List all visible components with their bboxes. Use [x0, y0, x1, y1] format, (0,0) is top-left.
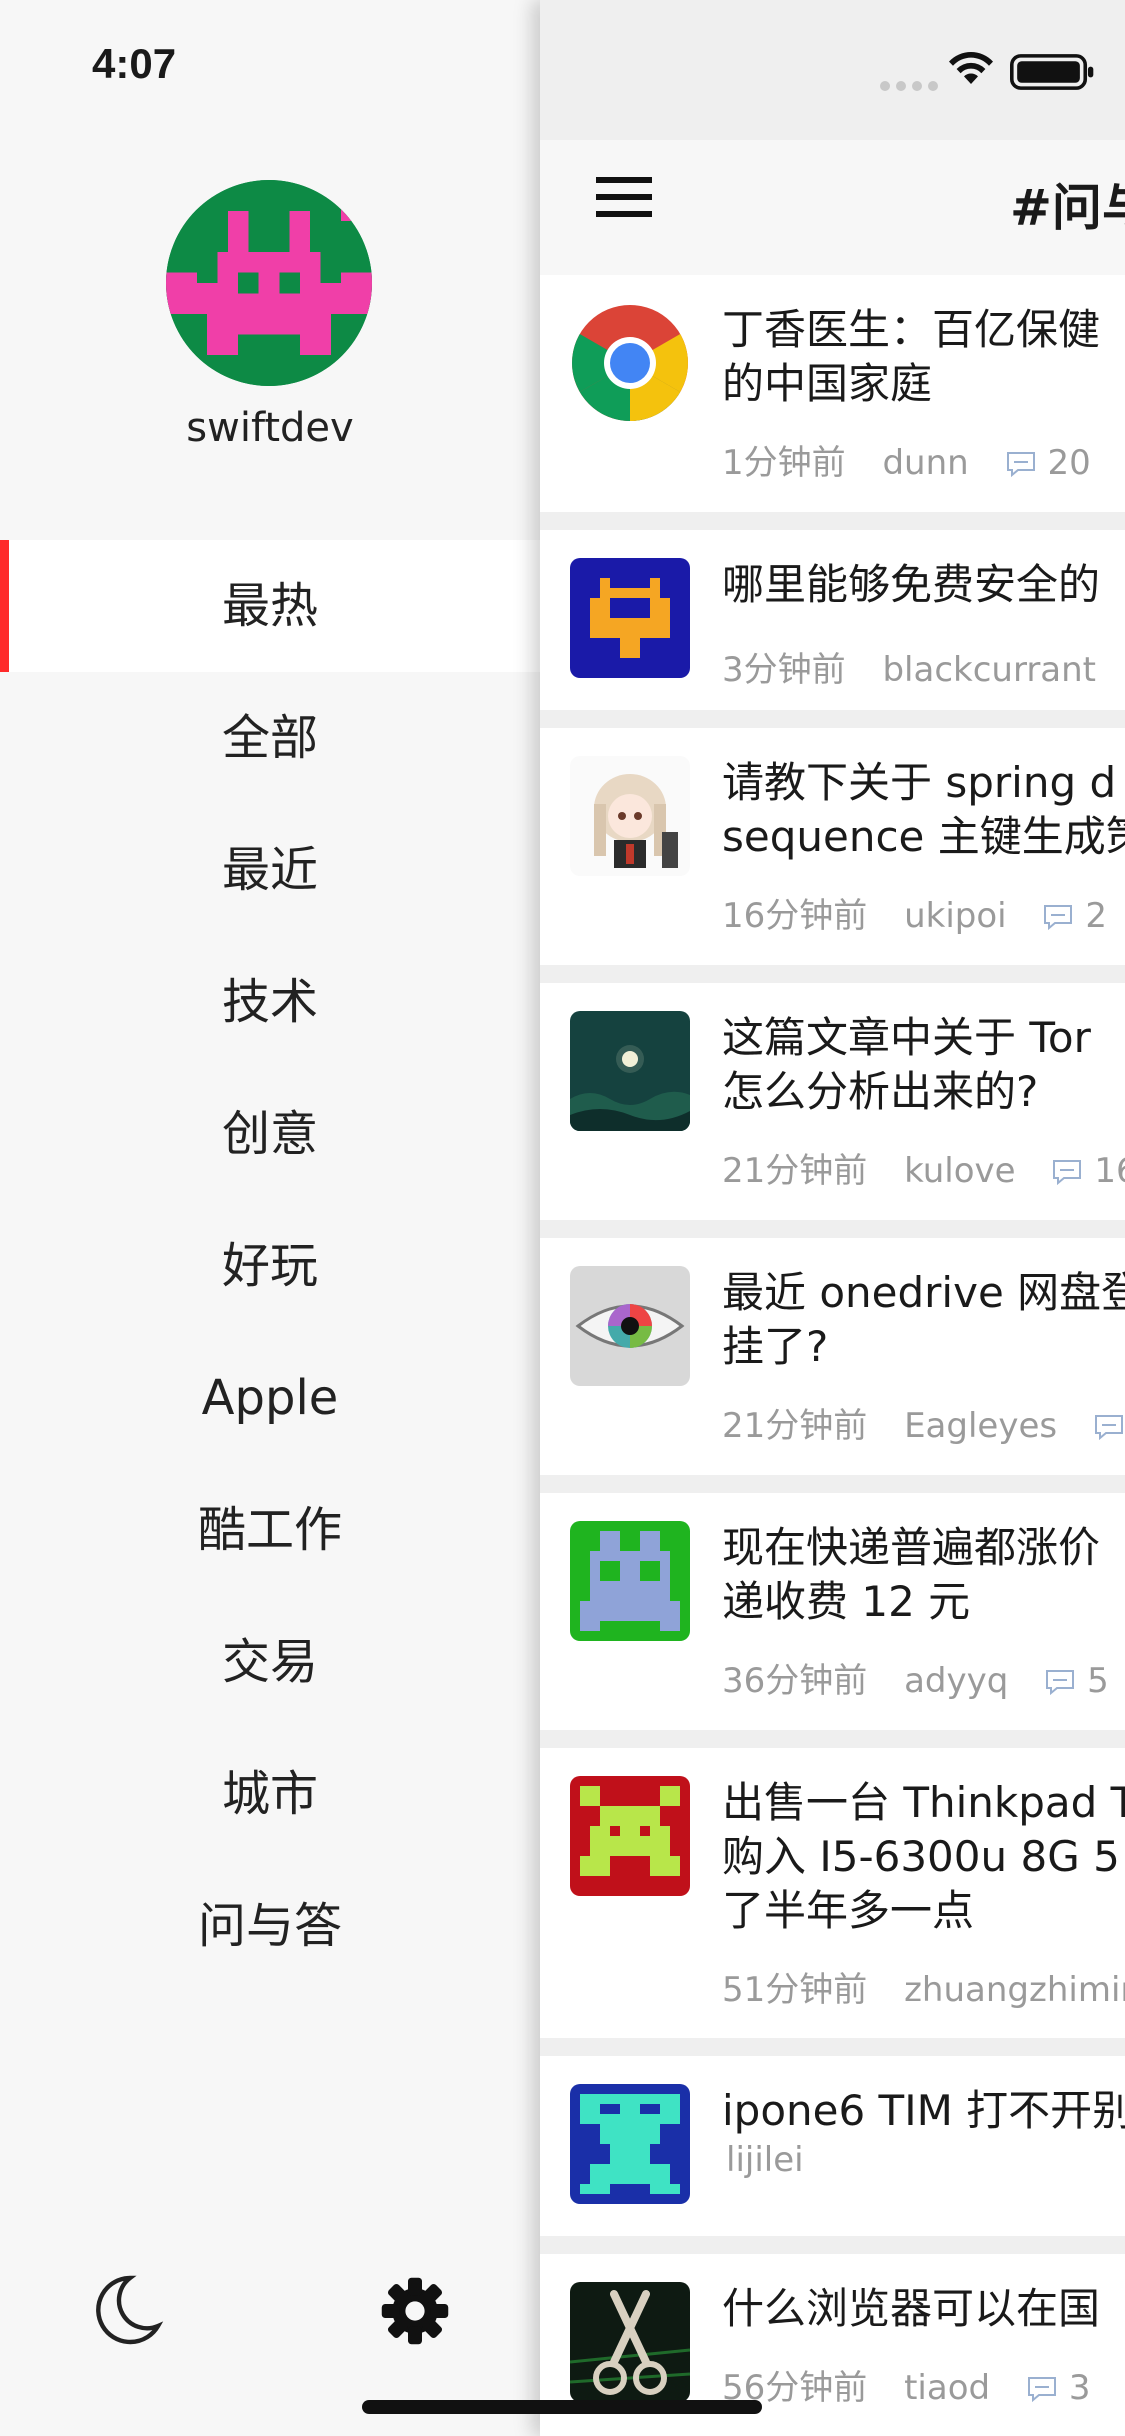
topic-author[interactable]: zhuangzhimin — [904, 1970, 1125, 2010]
topic-row[interactable]: 丁香医生：百亿保健 的中国家庭 1分钟前 dunn 20 — [540, 275, 1125, 512]
topic-author[interactable]: Eagleyes — [904, 1406, 1057, 1446]
topic-row[interactable]: 哪里能够免费安全的 3分钟前 blackcurrant — [540, 530, 1125, 710]
topic-author[interactable]: tiaod — [904, 2368, 990, 2408]
topic-row[interactable]: 现在快递普遍都涨价 递收费 12 元 36分钟前 adyyq 5 — [540, 1493, 1125, 1730]
topic-author[interactable]: blackcurrant — [882, 650, 1096, 690]
pixel-avatar-blue-thumbnail[interactable] — [570, 1521, 690, 1641]
menu-item-all[interactable]: 全部 — [0, 672, 540, 804]
menu-item-hot[interactable]: 最热 — [0, 540, 540, 672]
topic-list-panel: #问与 丁香医生：百亿保健 的中国家庭 1分钟前 dunn 20 — [540, 0, 1125, 2436]
scissors-photo-thumbnail[interactable] — [570, 2282, 690, 2402]
topic-title[interactable]: 这篇文章中关于 Tor 怎么分析出来的? — [722, 1011, 1125, 1119]
side-drawer: 4:07 swiftdev 最热 全部 最近 技术 创意 好玩 Apple 酷工… — [0, 0, 540, 2436]
wifi-icon — [949, 51, 993, 84]
topic-title[interactable]: 丁香医生：百亿保健 的中国家庭 — [722, 303, 1125, 411]
topic-list: 丁香医生：百亿保健 的中国家庭 1分钟前 dunn 20 哪里能够免费安全的 3… — [540, 275, 1125, 2436]
menu-item-recent[interactable]: 最近 — [0, 804, 540, 936]
menu-item-creative[interactable]: 创意 — [0, 1068, 540, 1200]
anime-avatar-thumbnail[interactable] — [570, 756, 690, 876]
topic-time: 3分钟前 — [722, 650, 846, 690]
topic-title[interactable]: 现在快递普遍都涨价 递收费 12 元 — [722, 1521, 1125, 1629]
topic-title[interactable]: 哪里能够免费安全的 — [722, 558, 1125, 612]
pixel-avatar-red-thumbnail[interactable] — [570, 1776, 690, 1896]
signal-dots — [880, 76, 944, 95]
topic-time: 36分钟前 — [722, 1661, 868, 1701]
reply-count: 20 — [1047, 443, 1091, 483]
topic-meta: 16分钟前 ukipoi 2 — [722, 888, 1125, 937]
moon-landscape-thumbnail[interactable] — [570, 1011, 690, 1131]
topic-time: 1分钟前 — [722, 443, 846, 483]
topic-author[interactable]: kulove — [904, 1151, 1015, 1191]
gear-icon[interactable] — [380, 2276, 450, 2346]
menu-item-deals[interactable]: 交易 — [0, 1596, 540, 1728]
menu-item-apple[interactable]: Apple — [0, 1332, 540, 1464]
reply-count: 3 — [1068, 2368, 1091, 2408]
home-indicator[interactable] — [362, 2400, 762, 2414]
topic-meta: 1分钟前 dunn 20 — [722, 435, 1117, 484]
topic-meta: 21分钟前 kulove 16 — [722, 1143, 1125, 1192]
topic-author[interactable]: ukipoi — [904, 896, 1007, 936]
status-time: 4:07 — [92, 40, 177, 87]
topic-title[interactable]: 最近 onedrive 网盘登 挂了? — [722, 1266, 1125, 1374]
pixel-avatar-cyan-thumbnail[interactable] — [570, 2084, 690, 2204]
topic-title[interactable]: 出售一台 Thinkpad T 购入 I5-6300u 8G 5 了半年多一点 — [722, 1776, 1125, 1938]
menu-item-city[interactable]: 城市 — [0, 1728, 540, 1860]
topic-row[interactable]: 出售一台 Thinkpad T 购入 I5-6300u 8G 5 了半年多一点 … — [540, 1748, 1125, 2038]
topic-time: 21分钟前 — [722, 1151, 868, 1191]
comment-icon — [1053, 1160, 1082, 1185]
topic-row[interactable]: ipone6 TIM 打不开别 lijilei — [540, 2056, 1125, 2236]
moon-icon[interactable] — [86, 2270, 166, 2350]
topic-row[interactable]: 最近 onedrive 网盘登 挂了? 21分钟前 Eagleyes — [540, 1238, 1125, 1475]
topic-author[interactable]: lijilei — [726, 2140, 804, 2180]
topic-time: 51分钟前 — [722, 1970, 868, 2010]
topic-meta: 36分钟前 adyyq 5 — [722, 1653, 1125, 1702]
topic-row[interactable]: 这篇文章中关于 Tor 怎么分析出来的? 21分钟前 kulove 16 — [540, 983, 1125, 1220]
battery-icon — [1010, 54, 1094, 90]
topic-meta: 51分钟前 zhuangzhimin — [722, 1962, 1125, 2011]
topic-meta: 56分钟前 tiaod 3 — [722, 2360, 1117, 2409]
topic-title[interactable]: 什么浏览器可以在国 — [722, 2282, 1125, 2336]
topic-meta: lijilei — [726, 2140, 830, 2180]
menu-item-qna[interactable]: 问与答 — [0, 1860, 540, 1992]
topic-meta: 21分钟前 Eagleyes — [722, 1398, 1125, 1447]
topic-title[interactable]: 请教下关于 spring d sequence 主键生成策 — [722, 756, 1125, 864]
hamburger-menu-icon[interactable] — [596, 175, 652, 219]
pixel-avatar-orange-thumbnail[interactable] — [570, 558, 690, 678]
eye-photo-thumbnail[interactable] — [570, 1266, 690, 1386]
comment-icon — [1046, 1670, 1075, 1695]
reply-count: 5 — [1087, 1661, 1109, 1701]
menu-item-play[interactable]: 好玩 — [0, 1200, 540, 1332]
menu-item-jobs[interactable]: 酷工作 — [0, 1464, 540, 1596]
comment-icon — [1027, 2377, 1056, 2402]
topic-time: 21分钟前 — [722, 1406, 868, 1446]
username[interactable]: swiftdev — [0, 405, 540, 451]
topic-meta: 3分钟前 blackcurrant — [722, 642, 1122, 691]
page-title: #问与 — [1010, 179, 1125, 237]
category-menu: 最热 全部 最近 技术 创意 好玩 Apple 酷工作 交易 城市 问与答 — [0, 540, 540, 1992]
topic-time: 16分钟前 — [722, 896, 868, 936]
topic-title[interactable]: ipone6 TIM 打不开别 — [722, 2084, 1125, 2138]
chrome-logo-thumbnail[interactable] — [570, 303, 690, 423]
topic-author[interactable]: adyyq — [904, 1661, 1008, 1701]
topic-row[interactable]: 请教下关于 spring d sequence 主键生成策 16分钟前 ukip… — [540, 728, 1125, 965]
menu-item-tech[interactable]: 技术 — [0, 936, 540, 1068]
comment-icon — [1094, 1415, 1123, 1440]
topic-author[interactable]: dunn — [882, 443, 968, 483]
comment-icon — [1006, 452, 1035, 477]
reply-count: 2 — [1085, 896, 1108, 936]
reply-count: 16 — [1094, 1151, 1125, 1191]
comment-icon — [1044, 905, 1073, 930]
avatar[interactable] — [166, 180, 372, 386]
